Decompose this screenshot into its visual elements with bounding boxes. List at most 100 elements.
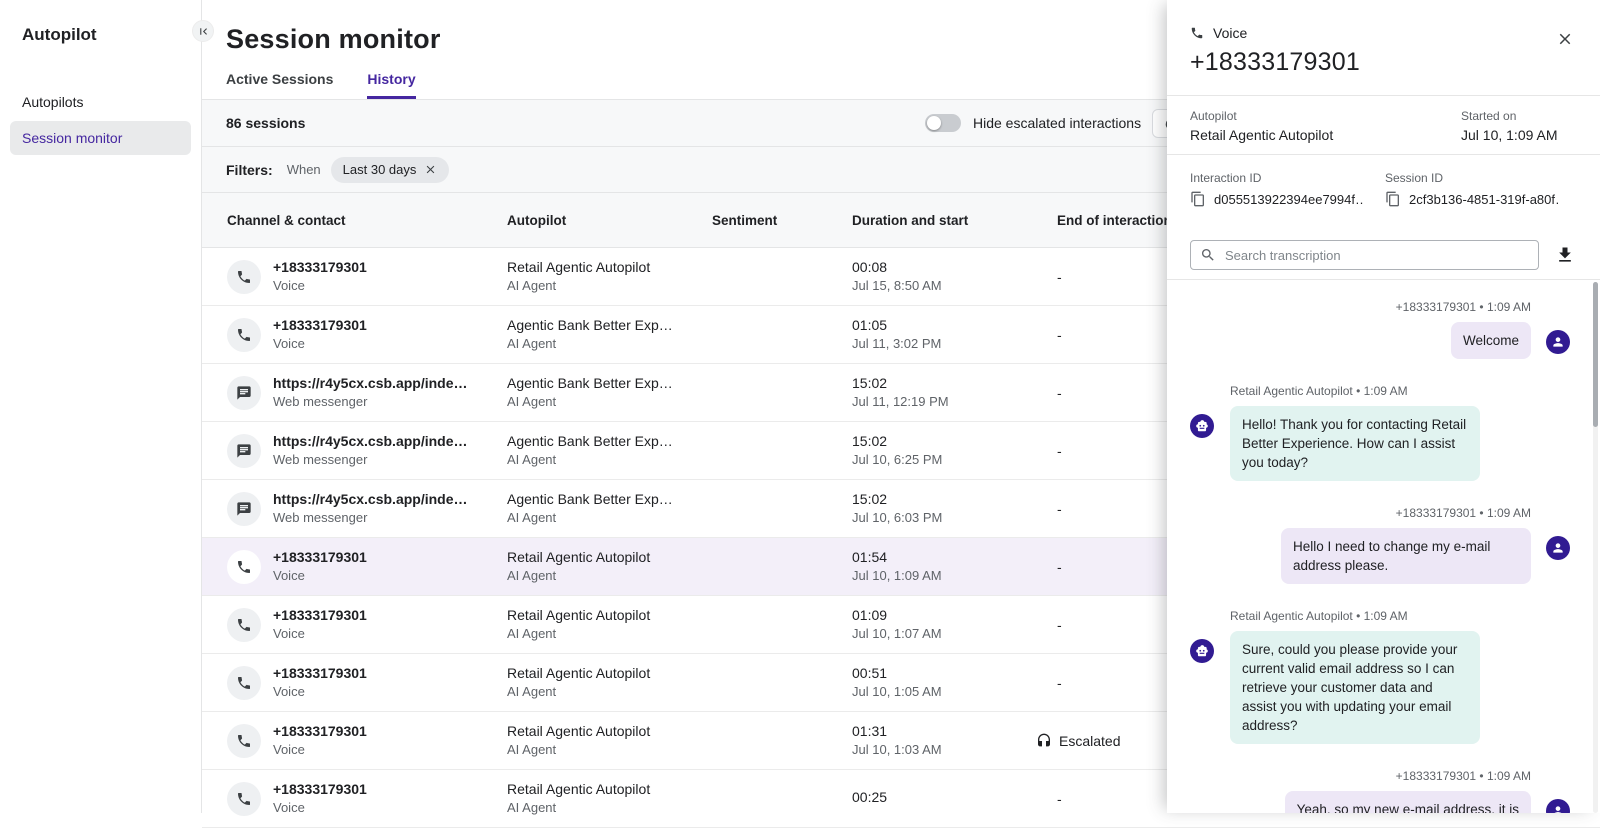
autopilot-label: Autopilot (1190, 109, 1237, 123)
panel-close-button[interactable] (1556, 30, 1574, 48)
agent-type-label: AI Agent (507, 394, 557, 409)
sidebar-item-session-monitor[interactable]: Session monitor (10, 121, 191, 155)
bot-avatar (1190, 414, 1214, 438)
contact-value: +18333179301 (273, 607, 367, 623)
download-icon (1555, 245, 1575, 265)
channel-label: Voice (273, 742, 305, 757)
col-duration-start: Duration and start (852, 212, 969, 228)
contact-value: +18333179301 (273, 317, 367, 333)
toggle-knob (927, 116, 941, 130)
sidebar-nav: Autopilots Session monitor (0, 85, 201, 155)
start-time-value: Jul 15, 8:50 AM (852, 278, 942, 293)
message-meta: +18333179301 • 1:09 AM (1395, 300, 1531, 314)
avatar-icon (1195, 644, 1209, 658)
filter-chip-last-30-days[interactable]: Last 30 days (330, 156, 450, 183)
end-of-interaction-value: - (1057, 442, 1062, 459)
phone-icon (236, 327, 252, 343)
end-of-interaction-value: - (1057, 326, 1062, 343)
channel-label: Web messenger (273, 452, 368, 467)
autopilot-name: Retail Agentic Autopilot (507, 549, 651, 565)
chat-message: +18333179301 • 1:09 AM Hello I need to c… (1190, 506, 1570, 584)
agent-type-label: AI Agent (507, 742, 557, 757)
copy-session-id-button[interactable] (1385, 191, 1401, 207)
end-of-interaction-value: - (1057, 384, 1062, 401)
copy-icon (1385, 191, 1401, 207)
panel-title: +18333179301 (1190, 48, 1360, 76)
agent-type-label: AI Agent (507, 278, 557, 293)
sidebar-collapse-button[interactable] (192, 20, 214, 42)
copy-interaction-id-button[interactable] (1190, 191, 1206, 207)
autopilot-name: Agentic Bank Better Exp… (507, 433, 673, 449)
message-bubble: Hello I need to change my e-mail address… (1281, 528, 1531, 584)
duration-value: 00:51 (852, 665, 888, 681)
search-transcription-input[interactable] (1190, 240, 1539, 270)
user-avatar (1546, 330, 1570, 354)
message-bubble: Welcome (1450, 322, 1531, 359)
tab-active-sessions[interactable]: Active Sessions (226, 71, 333, 99)
sessions-count: 86 sessions (226, 115, 306, 131)
filter-field-when: When (286, 162, 321, 177)
duration-value: 00:08 (852, 259, 888, 275)
collapse-left-icon (197, 25, 210, 38)
end-of-interaction-value: - (1057, 790, 1062, 807)
channel-icon-circle (227, 549, 261, 584)
autopilot-name: Retail Agentic Autopilot (507, 665, 651, 681)
chip-close-icon[interactable] (424, 163, 437, 176)
start-time-value: Jul 11, 12:19 PM (852, 394, 949, 409)
channel-icon-circle (227, 491, 261, 526)
channel-icon-circle (227, 317, 261, 352)
web-messenger-icon (236, 501, 252, 517)
duration-value: 01:09 (852, 607, 888, 623)
duration-value: 15:02 (852, 491, 888, 507)
channel-label: Voice (273, 800, 305, 815)
hide-escalated-label: Hide escalated interactions (973, 115, 1142, 131)
agent-type-label: AI Agent (507, 626, 557, 641)
channel-icon-circle (227, 607, 261, 642)
contact-value: +18333179301 (273, 723, 367, 739)
message-bubble: Yeah, so my new e-mail address, it is (1284, 791, 1531, 813)
avatar-icon (1195, 419, 1209, 433)
autopilot-name: Agentic Bank Better Exp… (507, 375, 673, 391)
download-transcript-button[interactable] (1555, 245, 1575, 265)
start-time-value: Jul 10, 6:03 PM (852, 510, 943, 525)
end-of-interaction-value: - (1057, 616, 1062, 633)
message-meta: Retail Agentic Autopilot • 1:09 AM (1230, 609, 1408, 623)
panel-meta-row: Autopilot Retail Agentic Autopilot Start… (1167, 96, 1600, 155)
end-of-interaction-value: - (1057, 558, 1062, 575)
interaction-id-value: d055513922394ee7994f… (1214, 191, 1364, 207)
chat-message: +18333179301 • 1:09 AM Welcome (1190, 300, 1570, 359)
start-time-value: Jul 10, 6:25 PM (852, 452, 943, 467)
avatar-icon (1551, 541, 1565, 555)
channel-icon-circle (227, 433, 261, 468)
start-time-value: Jul 10, 1:03 AM (852, 742, 942, 757)
channel-icon-circle (227, 375, 261, 410)
user-avatar (1546, 799, 1570, 813)
channel-icon-circle (227, 665, 261, 700)
duration-value: 01:31 (852, 723, 888, 739)
channel-label: Voice (273, 278, 305, 293)
agent-type-label: AI Agent (507, 568, 557, 583)
sidebar-item-autopilots[interactable]: Autopilots (10, 85, 191, 119)
autopilot-name: Agentic Bank Better Exp… (507, 491, 673, 507)
agent-type-label: AI Agent (507, 684, 557, 699)
phone-icon (236, 269, 252, 285)
message-meta: Retail Agentic Autopilot • 1:09 AM (1230, 384, 1408, 398)
start-time-value: Jul 11, 3:02 PM (852, 336, 942, 351)
autopilot-value: Retail Agentic Autopilot (1190, 127, 1334, 143)
end-of-interaction-value: - (1057, 500, 1062, 517)
col-sentiment: Sentiment (712, 212, 778, 228)
col-autopilot: Autopilot (507, 212, 567, 228)
autopilot-name: Retail Agentic Autopilot (507, 259, 651, 275)
message-meta: +18333179301 • 1:09 AM (1395, 506, 1531, 520)
chat-message: +18333179301 • 1:09 AM Yeah, so my new e… (1190, 769, 1570, 813)
hide-escalated-toggle[interactable] (925, 114, 961, 132)
avatar-icon (1551, 335, 1565, 349)
tab-history[interactable]: History (367, 71, 416, 99)
transcript-scrollbar-thumb[interactable] (1593, 282, 1598, 427)
channel-label: Voice (273, 684, 305, 699)
autopilot-name: Retail Agentic Autopilot (507, 607, 651, 623)
phone-icon (236, 617, 252, 633)
autopilot-name: Agentic Bank Better Exp… (507, 317, 673, 333)
message-meta: +18333179301 • 1:09 AM (1395, 769, 1531, 783)
contact-value: https://r4y5cx.csb.app/inde… (273, 433, 468, 449)
